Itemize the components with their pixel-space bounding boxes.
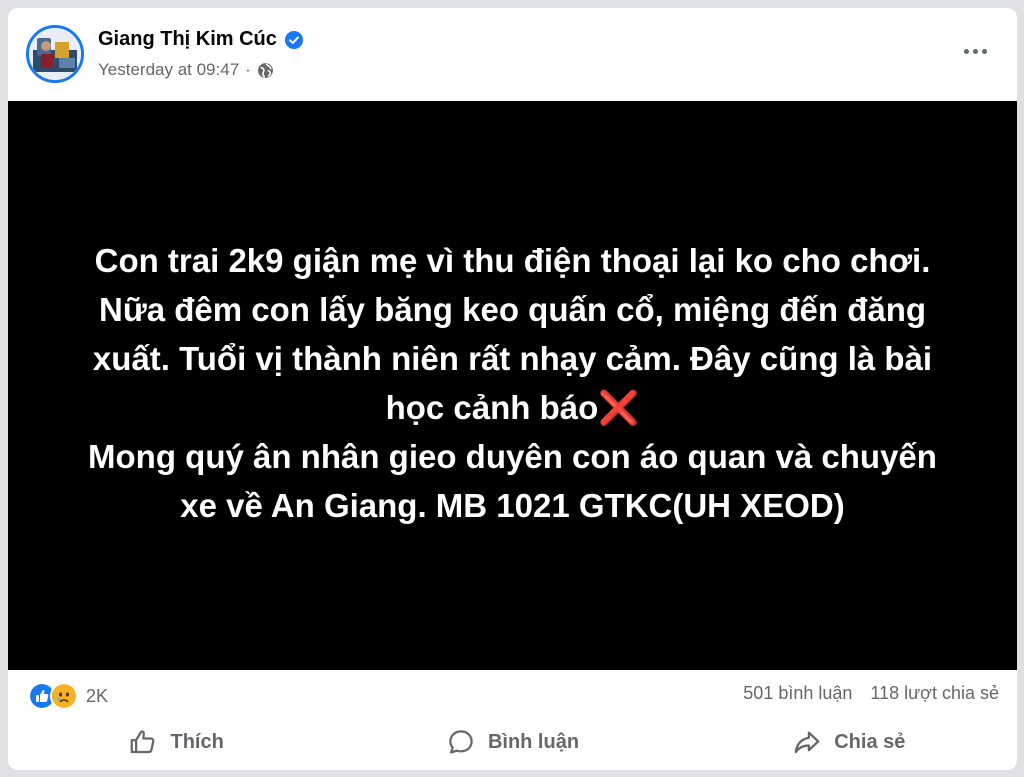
like-label: Thích — [170, 730, 224, 753]
globe-icon[interactable] — [257, 62, 274, 79]
post-meta: Yesterday at 09:47 · — [98, 60, 274, 80]
reactions-summary[interactable]: 2K — [28, 682, 108, 710]
verified-badge-icon — [284, 30, 303, 49]
more-dot — [972, 48, 978, 54]
comment-label: Bình luận — [487, 730, 580, 753]
sad-icon — [50, 682, 78, 710]
author-name[interactable]: Giang Thị Kim Cúc — [98, 28, 277, 51]
more-dot — [981, 48, 987, 54]
more-dot — [963, 48, 969, 54]
share-button[interactable]: Chia sẻ — [681, 718, 1017, 766]
post-stats: 2K 501 bình luận 118 lượt chia sẻ — [8, 670, 1017, 718]
engagement-counts: 501 bình luận 118 lượt chia sẻ — [743, 683, 999, 704]
author-avatar[interactable] — [26, 25, 84, 83]
thumbs-up-icon — [131, 730, 155, 754]
comment-icon — [449, 730, 473, 754]
author-row: Giang Thị Kim Cúc — [98, 28, 303, 51]
meta-separator: · — [245, 60, 251, 79]
more-options-icon[interactable] — [955, 36, 995, 66]
share-icon — [794, 731, 820, 754]
comments-count[interactable]: 501 bình luận — [743, 683, 852, 704]
post-actions: Thích Bình luận Chia sẻ — [8, 718, 1017, 766]
reactions-count: 2K — [86, 685, 109, 706]
post-header: Giang Thị Kim Cúc Yesterday at 09:47 · — [8, 8, 1017, 101]
post-card: Giang Thị Kim Cúc Yesterday at 09:47 · C… — [8, 8, 1017, 770]
avatar-image — [29, 28, 81, 80]
post-timestamp[interactable]: Yesterday at 09:47 — [98, 60, 239, 80]
post-image[interactable]: Con trai 2k9 giận mẹ vì thu điện thoại l… — [8, 101, 1017, 670]
post-image-text: Con trai 2k9 giận mẹ vì thu điện thoại l… — [88, 241, 937, 524]
comment-button[interactable]: Bình luận — [344, 718, 680, 766]
like-button[interactable]: Thích — [8, 718, 344, 766]
shares-count[interactable]: 118 lượt chia sẻ — [870, 683, 999, 704]
share-label: Chia sẻ — [834, 730, 906, 753]
